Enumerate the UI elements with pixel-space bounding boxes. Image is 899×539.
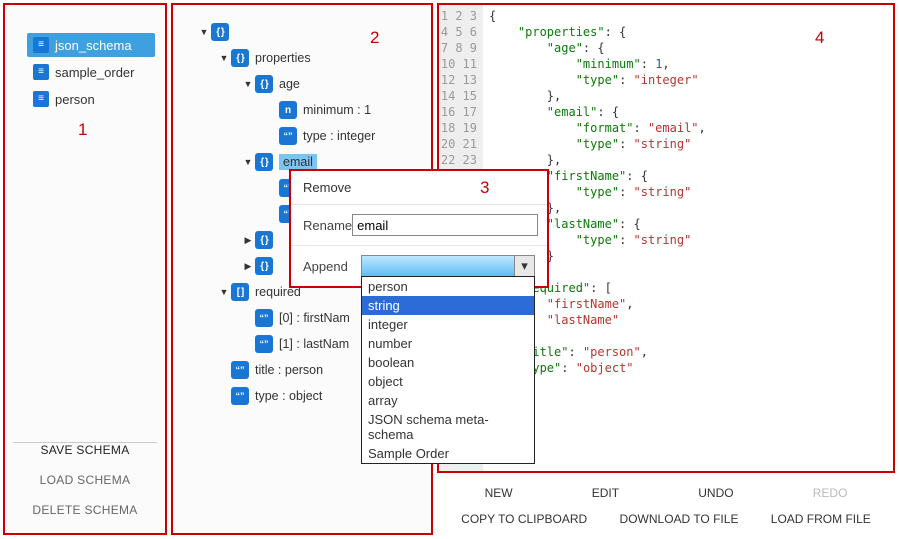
num-badge-icon (279, 101, 297, 119)
node-context-popup: Remove Rename Append ▾ personstringinteg… (289, 169, 549, 288)
append-option[interactable]: number (362, 334, 534, 353)
tree-node-label: minimum : 1 (303, 103, 371, 117)
tree-row[interactable]: ▼ (173, 19, 431, 45)
arr-badge-icon (231, 283, 249, 301)
append-option[interactable]: person (362, 277, 534, 296)
toolbar-new[interactable]: NEW (477, 484, 521, 502)
caret-icon[interactable]: ▼ (219, 287, 229, 297)
caret-icon[interactable]: ▼ (199, 27, 209, 37)
toolbar-copy-to-clipboard[interactable]: COPY TO CLIPBOARD (453, 510, 595, 528)
obj-badge-icon (255, 75, 273, 93)
append-option[interactable]: object (362, 372, 534, 391)
rename-label: Rename (303, 218, 352, 233)
caret-icon[interactable]: ▼ (243, 157, 253, 167)
rename-row: Rename (291, 205, 547, 246)
schema-item-person[interactable]: person (27, 87, 155, 111)
tree-node-label: type : integer (303, 129, 375, 143)
tree-node-label: age (279, 77, 300, 91)
save-schema-button[interactable]: SAVE SCHEMA (5, 435, 165, 465)
append-option[interactable]: JSON schema meta-schema (362, 410, 534, 444)
chevron-down-icon[interactable]: ▾ (514, 256, 534, 276)
append-row: Append ▾ personstringintegernumberboolea… (291, 246, 547, 286)
overlay-label-3: 3 (480, 178, 489, 198)
toolbar-edit[interactable]: EDIT (584, 484, 627, 502)
str-badge-icon (231, 387, 249, 405)
append-option[interactable]: array (362, 391, 534, 410)
delete-schema-button[interactable]: DELETE SCHEMA (5, 495, 165, 525)
toolbar-undo[interactable]: UNDO (690, 484, 741, 502)
tree-row[interactable]: type : integer (173, 123, 431, 149)
file-icon (33, 91, 49, 107)
obj-badge-icon (211, 23, 229, 41)
schema-item-label: sample_order (55, 65, 135, 80)
schema-item-label: person (55, 92, 95, 107)
append-label: Append (303, 259, 361, 274)
obj-badge-icon (231, 49, 249, 67)
tree-node-label: [0] : firstNam (279, 311, 350, 325)
schema-sidebar: json_schema sample_orderperson SAVE SCHEM… (3, 3, 167, 535)
tree-node-label: properties (255, 51, 311, 65)
str-badge-icon (231, 361, 249, 379)
schema-item-label: json_schema (55, 38, 132, 53)
obj-badge-icon (255, 257, 273, 275)
append-option[interactable]: integer (362, 315, 534, 334)
obj-badge-icon (255, 153, 273, 171)
file-icon (33, 37, 49, 53)
load-schema-button[interactable]: LOAD SCHEMA (5, 465, 165, 495)
rename-input[interactable] (352, 214, 538, 236)
toolbar-load-from-file[interactable]: LOAD FROM FILE (763, 510, 879, 528)
tree-node-label: [1] : lastNam (279, 337, 349, 351)
toolbar-download-to-file[interactable]: DOWNLOAD TO FILE (612, 510, 747, 528)
append-option[interactable]: boolean (362, 353, 534, 372)
tree-node-label: title : person (255, 363, 323, 377)
tree-row[interactable]: ▼ age (173, 71, 431, 97)
append-dropdown[interactable]: personstringintegernumberbooleanobjectar… (361, 276, 535, 464)
schema-item-json_schema[interactable]: json_schema (27, 33, 155, 57)
str-badge-icon (255, 335, 273, 353)
remove-action[interactable]: Remove (291, 171, 547, 205)
append-option[interactable]: string (362, 296, 534, 315)
toolbar-redo: REDO (805, 484, 856, 502)
caret-icon[interactable]: ▶ (243, 235, 253, 246)
str-badge-icon (255, 309, 273, 327)
append-option[interactable]: Sample Order (362, 444, 534, 463)
caret-icon[interactable]: ▼ (243, 79, 253, 89)
tree-node-label: email (279, 154, 317, 170)
str-badge-icon (279, 127, 297, 145)
append-select[interactable]: ▾ personstringintegernumberbooleanobject… (361, 255, 535, 277)
tree-row[interactable]: minimum : 1 (173, 97, 431, 123)
tree-node-label: type : object (255, 389, 322, 403)
tree-row[interactable]: ▼ properties (173, 45, 431, 71)
caret-icon[interactable]: ▶ (243, 261, 253, 272)
file-icon (33, 64, 49, 80)
schema-item-sample_order[interactable]: sample_order (27, 60, 155, 84)
caret-icon[interactable]: ▼ (219, 53, 229, 63)
obj-badge-icon (255, 231, 273, 249)
editor-toolbar: NEW EDIT UNDO REDO COPY TO CLIPBOARD DOWNLOA… (437, 476, 895, 536)
